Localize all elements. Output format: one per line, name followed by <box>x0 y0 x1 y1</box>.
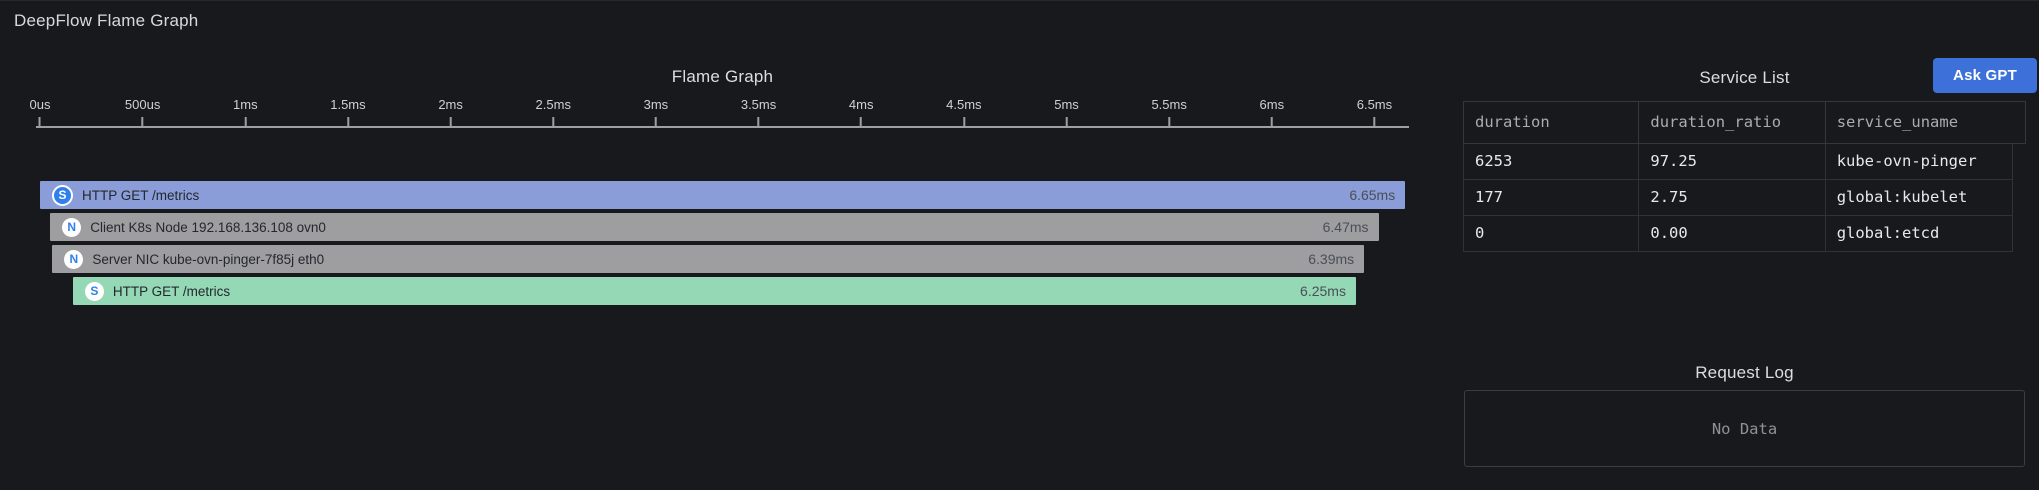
axis-tick-label: 0us <box>30 97 51 113</box>
axis-tick: 3.5ms <box>741 97 776 128</box>
axis-tick: 0us <box>30 97 51 128</box>
no-data-text: No Data <box>1712 420 1777 438</box>
axis-tick: 1.5ms <box>330 97 365 128</box>
flame-graph-title: Flame Graph <box>40 67 1405 87</box>
axis-tick: 6.5ms <box>1357 97 1392 128</box>
request-log-empty-box: No Data <box>1464 390 2025 467</box>
axis-tick-label: 3ms <box>644 97 669 113</box>
frame-duration: 6.65ms <box>1349 187 1395 203</box>
axis-tick: 4.5ms <box>946 97 981 128</box>
frame-type-badge: N <box>62 218 81 237</box>
axis-tick-mark <box>1168 117 1170 128</box>
axis-tick-mark <box>552 117 554 128</box>
frame-label: HTTP GET /metrics <box>82 188 199 203</box>
service-table-header: durationduration_ratioservice_uname <box>1463 101 2026 144</box>
service-column-header[interactable]: duration_ratio <box>1639 102 1825 143</box>
frame-duration: 6.39ms <box>1308 251 1354 267</box>
frame-type-badge: N <box>64 250 83 269</box>
service-table-row: 1772.75global:kubelet <box>1463 180 2013 216</box>
service-table-cell: 177 <box>1464 180 1639 215</box>
axis-tick-label: 6.5ms <box>1357 97 1392 113</box>
axis-tick: 500us <box>125 97 160 128</box>
service-table-cell: global:kubelet <box>1826 180 2012 215</box>
frame-type-badge: S <box>85 282 104 301</box>
axis-tick-label: 2ms <box>438 97 463 113</box>
axis-tick: 2.5ms <box>536 97 571 128</box>
flame-frame[interactable]: N Client K8s Node 192.168.136.108 ovn0 6.4… <box>50 213 1378 241</box>
axis-tick-mark <box>1271 117 1273 128</box>
axis-tick-mark <box>39 117 41 128</box>
service-table-body: 625397.25kube-ovn-pinger1772.75global:ku… <box>1463 144 2013 252</box>
axis-tick-mark <box>860 117 862 128</box>
axis-tick-mark <box>244 117 246 128</box>
axis-tick: 5.5ms <box>1151 97 1186 128</box>
ask-gpt-button[interactable]: Ask GPT <box>1933 58 2037 93</box>
axis-tick-mark <box>655 117 657 128</box>
axis-tick-label: 2.5ms <box>536 97 571 113</box>
service-table-cell: 0.00 <box>1639 216 1825 251</box>
service-table-cell: 97.25 <box>1639 144 1825 179</box>
service-table-cell: 2.75 <box>1639 180 1825 215</box>
axis-tick-mark <box>1066 117 1068 128</box>
axis-tick-label: 1.5ms <box>330 97 365 113</box>
service-column-header[interactable]: service_uname <box>1826 102 2025 143</box>
axis-tick-label: 4ms <box>849 97 874 113</box>
axis-tick: 3ms <box>644 97 669 128</box>
service-table-cell: 0 <box>1464 216 1639 251</box>
service-table-row: 00.00global:etcd <box>1463 216 2013 252</box>
frame-label: Client K8s Node 192.168.136.108 ovn0 <box>90 220 326 235</box>
frame-type-badge: S <box>52 185 73 206</box>
request-log-title: Request Log <box>1463 363 2026 383</box>
frame-duration: 6.25ms <box>1300 283 1346 299</box>
axis-tick-mark <box>347 117 349 128</box>
flame-frame[interactable]: S HTTP GET /metrics 6.65ms <box>40 181 1405 209</box>
axis-tick-mark <box>758 117 760 128</box>
page-title: DeepFlow Flame Graph <box>14 11 198 31</box>
frame-duration: 6.47ms <box>1323 219 1369 235</box>
axis-tick-label: 4.5ms <box>946 97 981 113</box>
axis-tick-label: 6ms <box>1260 97 1285 113</box>
service-table-cell: 6253 <box>1464 144 1639 179</box>
service-table-cell: kube-ovn-pinger <box>1826 144 2012 179</box>
axis-tick-label: 3.5ms <box>741 97 776 113</box>
service-table-cell: global:etcd <box>1826 216 2012 251</box>
axis-tick-label: 500us <box>125 97 160 113</box>
axis-tick-label: 5ms <box>1054 97 1079 113</box>
axis-tick-mark <box>1373 117 1375 128</box>
service-table-row: 625397.25kube-ovn-pinger <box>1463 144 2013 180</box>
deepflow-flame-graph-app: DeepFlow Flame Graph Flame Graph 0us 500u… <box>0 0 2039 490</box>
axis-tick-label: 5.5ms <box>1151 97 1186 113</box>
axis-tick: 2ms <box>438 97 463 128</box>
axis-tick: 1ms <box>233 97 258 128</box>
flame-frame[interactable]: S HTTP GET /metrics 6.25ms <box>73 277 1356 305</box>
frame-label: HTTP GET /metrics <box>113 284 230 299</box>
frame-label: Server NIC kube-ovn-pinger-7f85j eth0 <box>92 252 324 267</box>
axis-tick: 4ms <box>849 97 874 128</box>
axis-tick-mark <box>963 117 965 128</box>
flame-frame[interactable]: N Server NIC kube-ovn-pinger-7f85j eth0 6.… <box>52 245 1364 273</box>
axis-tick: 5ms <box>1054 97 1079 128</box>
flame-axis: 0us500us1ms1.5ms2ms2.5ms3ms3.5ms4ms4.5ms… <box>40 97 1420 131</box>
axis-tick-label: 1ms <box>233 97 258 113</box>
axis-tick-mark <box>450 117 452 128</box>
service-column-header[interactable]: duration <box>1464 102 1639 143</box>
axis-tick-mark <box>142 117 144 128</box>
axis-tick: 6ms <box>1260 97 1285 128</box>
